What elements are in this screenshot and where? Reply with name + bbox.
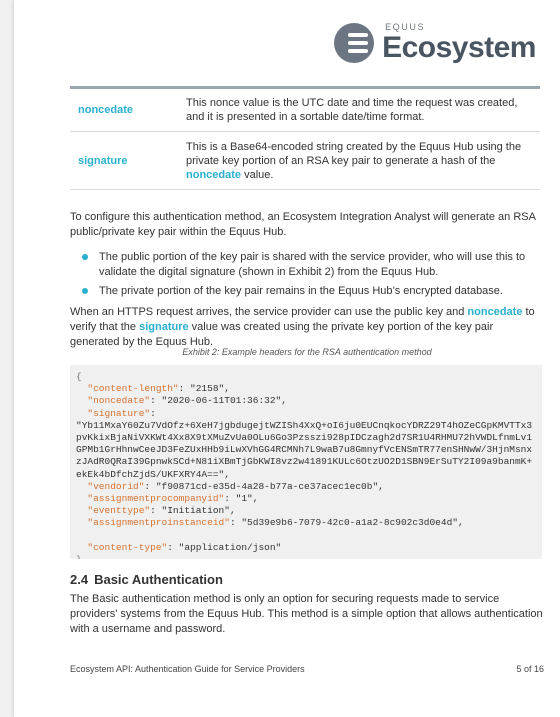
list-item: The public portion of the key pair is sh… [70, 250, 544, 280]
section-heading: 2.4 Basic Authentication [70, 572, 223, 587]
paragraph-https-request: When an HTTPS request arrives, the servi… [70, 306, 535, 348]
page-footer: Ecosystem API: Authentication Guide for … [70, 664, 544, 674]
table-row: noncedate This nonce value is the UTC da… [70, 87, 540, 132]
table-row: signature This is a Base64-encoded strin… [70, 132, 540, 190]
section-number: 2.4 [70, 572, 89, 587]
equus-logo-icon [334, 23, 375, 63]
highlight-noncedate: noncedate [467, 306, 523, 318]
document-page: EQUUS Ecosystem noncedate This nonce val… [14, 0, 560, 717]
section-title: Basic Authentication [94, 572, 223, 587]
signature-value: "Yb11MxaY60Zu7VdOfz+6XeH7jgbdugejtWZISh4… [76, 419, 533, 480]
list-item: The private portion of the key pair rema… [70, 284, 544, 299]
code-block: { "content-length": "2158", "noncedate":… [70, 365, 542, 559]
highlight-signature: signature [139, 321, 189, 333]
term-signature: signature [78, 154, 128, 167]
page-number: 5 of 16 [516, 664, 544, 674]
paragraph-basic-auth: The Basic authentication method is only … [70, 593, 543, 635]
definition-description: This is a Base64-encoded string created … [186, 140, 522, 181]
footer-title: Ecosystem API: Authentication Guide for … [70, 664, 305, 674]
equus-ecosystem-logo: EQUUS Ecosystem [334, 22, 536, 64]
paragraph-configure: To configure this authentication method,… [70, 211, 536, 238]
definition-description: This nonce value is the UTC date and tim… [186, 97, 518, 123]
bullet-list: The public portion of the key pair is sh… [70, 250, 544, 303]
highlight-noncedate: noncedate [186, 168, 242, 181]
exhibit-caption: Exhibit 2: Example headers for the RSA a… [182, 347, 432, 357]
definition-table: noncedate This nonce value is the UTC da… [70, 86, 540, 190]
logo-big-text: Ecosystem [382, 31, 536, 64]
term-noncedate: noncedate [78, 104, 134, 116]
